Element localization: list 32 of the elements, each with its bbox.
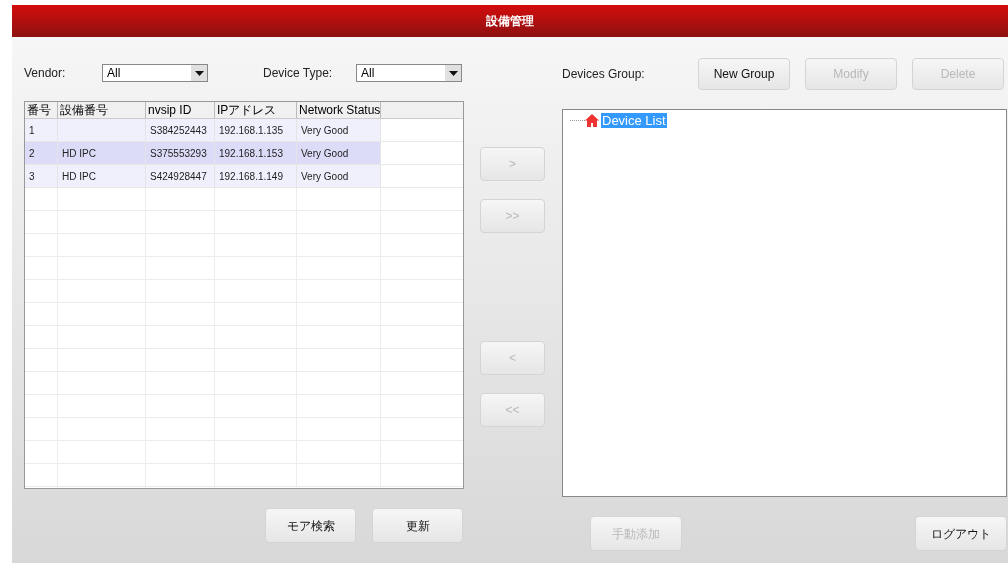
column-header[interactable]: nvsip ID <box>146 102 215 118</box>
column-header[interactable]: 設備番号 <box>58 102 146 118</box>
home-icon <box>585 113 599 127</box>
table-cell: HD IPC <box>58 142 146 164</box>
table-cell: S375553293 <box>146 142 215 164</box>
table-row[interactable]: 1 S384252443 192.168.1.135 Very Good <box>25 119 463 142</box>
table-row[interactable]: 3 HD IPC S424928447 192.168.1.149 Very Good <box>25 165 463 188</box>
window-title: 設備管理 <box>486 13 534 30</box>
caret-icon <box>191 65 207 81</box>
table-row[interactable]: 2 HD IPC S375553293 192.168.1.153 Very Good <box>25 142 463 165</box>
action-button[interactable]: モア検索 <box>265 508 356 543</box>
filter-label: Vendor: <box>24 65 67 82</box>
action-button[interactable]: New Group <box>698 58 790 90</box>
table-cell: S384252443 <box>146 119 215 141</box>
column-header[interactable]: 番号 <box>25 102 58 118</box>
table-cell: 192.168.1.149 <box>215 165 297 187</box>
dropdown[interactable]: All <box>102 64 208 82</box>
caret-icon <box>445 65 461 81</box>
filter-label: Device Type: <box>263 65 334 82</box>
table-cell: 192.168.1.135 <box>215 119 297 141</box>
table-cell: 1 <box>25 119 58 141</box>
table-cell: HD IPC <box>58 165 146 187</box>
column-header[interactable]: Network Status <box>297 102 381 118</box>
group-label: Devices Group: <box>562 66 646 83</box>
action-button[interactable]: 更新 <box>372 508 463 543</box>
dropdown[interactable]: All <box>356 64 462 82</box>
table-cell: 3 <box>25 165 58 187</box>
column-header[interactable]: IPアドレス <box>215 102 297 118</box>
action-button[interactable]: ログアウト <box>915 516 1007 551</box>
table-cell: S424928447 <box>146 165 215 187</box>
table-cell: 192.168.1.153 <box>215 142 297 164</box>
table-cell: 2 <box>25 142 58 164</box>
